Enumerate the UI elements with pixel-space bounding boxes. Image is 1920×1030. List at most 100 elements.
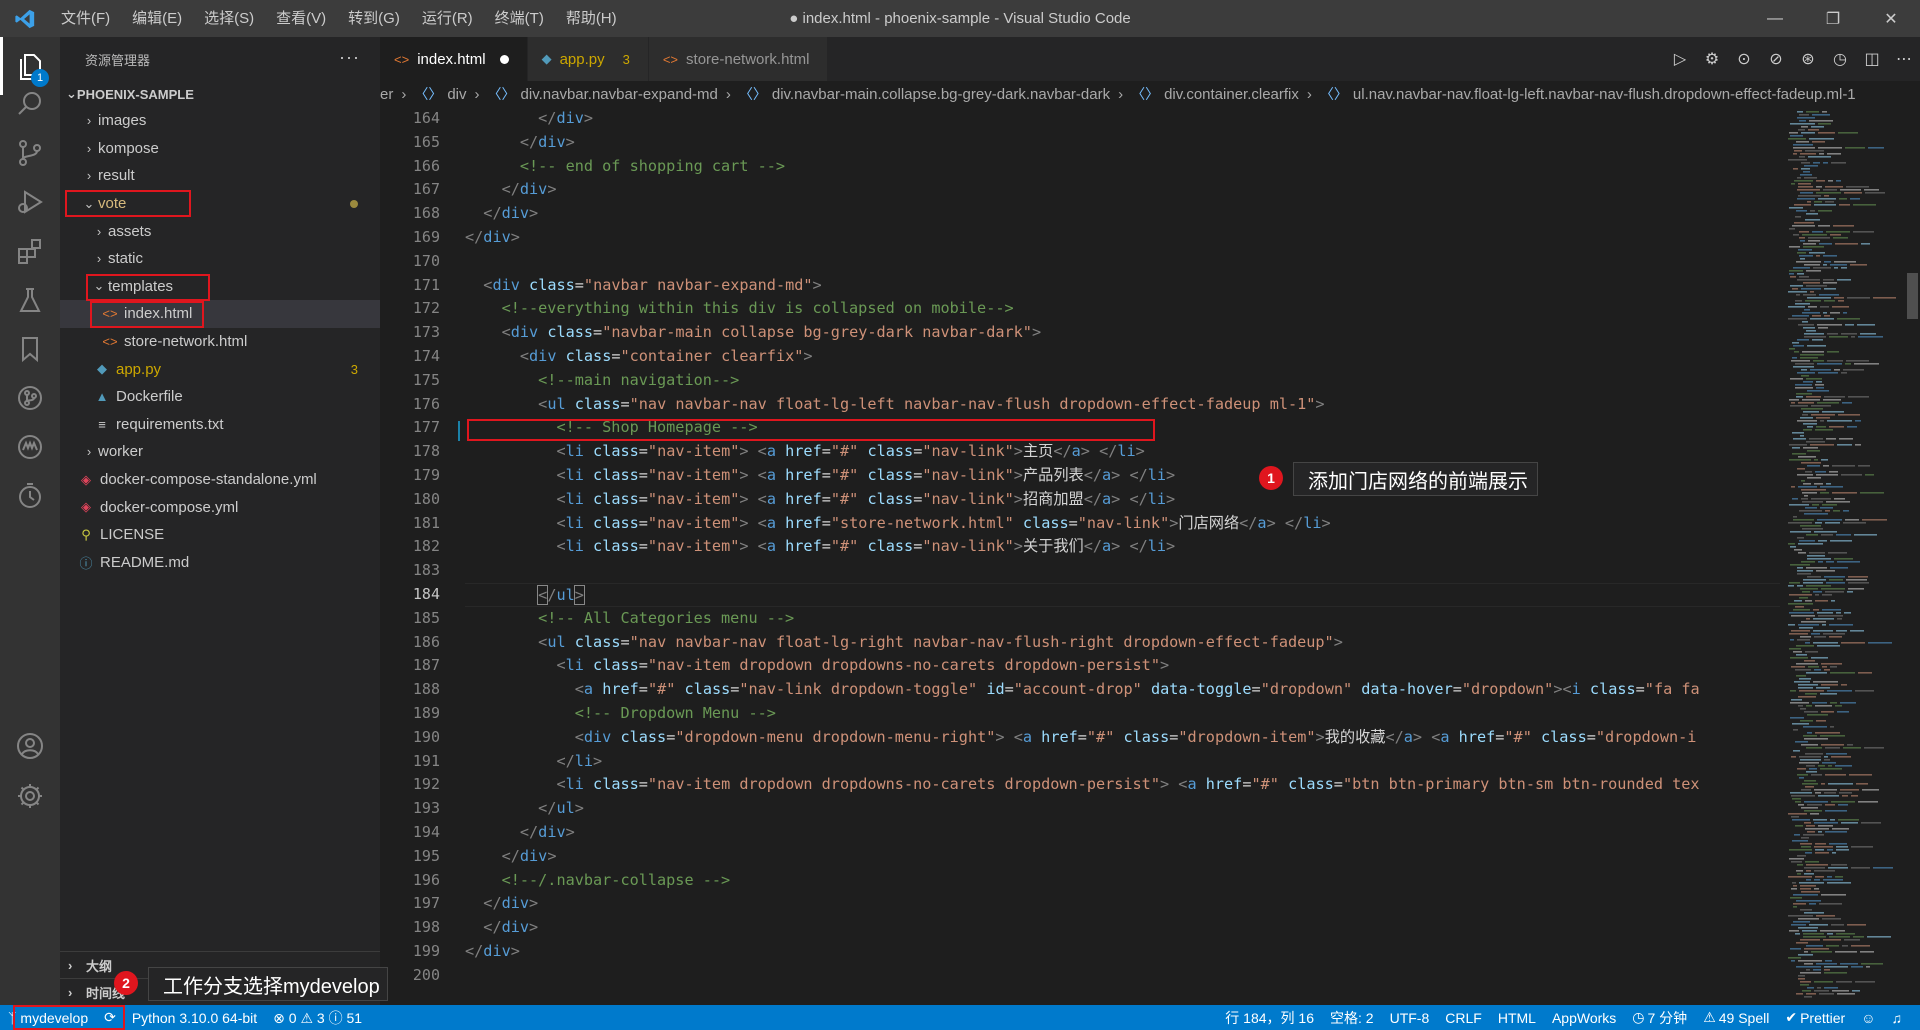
minimap-line (1795, 387, 1813, 389)
tree-item-store-network-html[interactable]: <> store-network.html (60, 328, 380, 356)
minimap-line (1816, 963, 1837, 965)
line-number: 174 (412, 346, 440, 365)
indentation[interactable]: 空格: 2 (1322, 1005, 1382, 1030)
code-area[interactable]: </div> </div> <!-- end of shopping cart … (465, 107, 1780, 987)
tree-item-result[interactable]: › result (60, 162, 380, 190)
breadcrumb-item[interactable]: 〈〉 div (406, 84, 466, 104)
menu-help[interactable]: 帮助(H) (555, 0, 628, 37)
tree-item-requirements-txt[interactable]: ≡ requirements.txt (60, 411, 380, 439)
minimap-line (1798, 918, 1819, 920)
minimap-line (1791, 888, 1797, 890)
timeline-action-icon[interactable]: ◷ (1824, 49, 1856, 69)
restore-button[interactable]: ❐ (1804, 0, 1862, 37)
tree-item-license[interactable]: ⚲ LICENSE (60, 521, 380, 549)
line-number: 197 (412, 894, 440, 913)
minimap-line (1864, 747, 1884, 749)
split-editor-icon[interactable]: ◫ (1856, 49, 1888, 69)
tree-item-static[interactable]: › static (60, 245, 380, 273)
code-line: <li class="nav-item"> <a href="#" class=… (556, 442, 1145, 461)
menu-terminal[interactable]: 终端(T) (484, 0, 555, 37)
minimap-line (1836, 981, 1852, 983)
more-actions-icon[interactable]: ··· (339, 47, 360, 68)
run-icon[interactable]: ▷ (1664, 49, 1696, 69)
line-number: 165 (412, 132, 440, 151)
feedback-icon[interactable]: ☺ (1853, 1005, 1883, 1030)
line-number: 199 (412, 941, 440, 960)
minimap-line (1797, 273, 1804, 275)
text-file-icon: ≡ (98, 416, 106, 432)
tree-item-docker-compose-standalone[interactable]: ◈ docker-compose-standalone.yml (60, 466, 380, 494)
menu-go[interactable]: 转到(G) (337, 0, 411, 37)
minimap-line (1823, 465, 1829, 467)
tab-index-html[interactable]: <> index.html (380, 37, 528, 81)
project-root[interactable]: ⌄ PHOENIX-SAMPLE (60, 81, 380, 107)
menu-edit[interactable]: 编辑(E) (121, 0, 193, 37)
minimap-line (1846, 186, 1869, 188)
language-mode[interactable]: HTML (1490, 1005, 1544, 1030)
end-of-line[interactable]: CRLF (1437, 1005, 1490, 1030)
menu-selection[interactable]: 选择(S) (193, 0, 265, 37)
tree-item-images[interactable]: › images (60, 107, 380, 135)
minimap-line (1792, 723, 1809, 725)
minimap-line (1806, 618, 1810, 620)
git-compare-icon[interactable]: ⊙ (1728, 49, 1760, 69)
scrollbar-thumb[interactable] (1907, 273, 1918, 319)
tree-item-kompose[interactable]: › kompose (60, 135, 380, 163)
minimap[interactable] (1780, 107, 1905, 1005)
previous-change-icon[interactable]: ⊘ (1760, 49, 1792, 69)
tree-item-readme[interactable]: ⓘ README.md (60, 549, 380, 577)
tree-item-worker[interactable]: › worker (60, 438, 380, 466)
spell-status[interactable]: ⚠ 49 Spell (1695, 1005, 1777, 1030)
breadcrumb-item[interactable]: 〈〉 div.navbar.navbar-expand-md (480, 84, 718, 104)
minimap-line (1825, 510, 1830, 512)
tab-app-py[interactable]: ◆ app.py 3 (527, 37, 649, 81)
problems-status[interactable]: ⊗ 0 ⚠ 3 ⓘ 51 (265, 1005, 370, 1030)
minimap-line (1804, 996, 1812, 998)
close-button[interactable]: ✕ (1862, 0, 1920, 37)
editor-actions: ▷ ⚙ ⊙ ⊘ ⊛ ◷ ◫ ⋯ (1664, 37, 1920, 81)
open-preview-icon[interactable]: ⚙ (1696, 49, 1728, 69)
html-file-icon: <> (394, 51, 410, 67)
breadcrumb-item[interactable]: er (380, 86, 393, 103)
breadcrumb-item[interactable]: 〈〉 div.navbar-main.collapse.bg-grey-dark.… (731, 84, 1110, 104)
code-line: </div> (483, 918, 539, 937)
encoding[interactable]: UTF-8 (1382, 1005, 1438, 1030)
wakatime-status[interactable]: ◷ 7 分钟 (1624, 1005, 1695, 1030)
cursor-position[interactable]: 行 184，列 16 (1217, 1005, 1322, 1030)
minimap-line (1805, 828, 1829, 830)
tree-item-dockerfile[interactable]: ▲ Dockerfile (60, 383, 380, 411)
minimap-line (1821, 684, 1838, 686)
menu-run[interactable]: 运行(R) (411, 0, 484, 37)
minimap-line (1800, 240, 1805, 242)
appworks-status[interactable]: AppWorks (1544, 1005, 1624, 1030)
tree-item-docker-compose[interactable]: ◈ docker-compose.yml (60, 493, 380, 521)
notifications-bell-icon[interactable]: ♫ (1884, 1005, 1911, 1030)
menu-view[interactable]: 查看(V) (265, 0, 337, 37)
code-line: </div> (501, 846, 557, 865)
menu-file[interactable]: 文件(F) (50, 0, 121, 37)
tree-item-assets[interactable]: › assets (60, 217, 380, 245)
next-change-icon[interactable]: ⊛ (1792, 49, 1824, 69)
code-editor[interactable]: 164 165 166 167 168 169 170 171 172 173 174 175 176 1… (380, 107, 1780, 1005)
settings-gear-icon[interactable] (0, 767, 60, 825)
minimap-line (1806, 870, 1811, 872)
tab-store-network-html[interactable]: <> store-network.html (648, 37, 829, 81)
more-actions-icon[interactable]: ⋯ (1888, 49, 1920, 69)
code-line: <!-- end of shopping cart --> (519, 156, 786, 175)
minimap-line (1853, 204, 1876, 206)
minimap-line (1847, 924, 1866, 926)
prettier-status[interactable]: ✔ Prettier (1777, 1005, 1853, 1030)
python-interpreter[interactable]: Python 3.10.0 64-bit (124, 1005, 265, 1030)
minimap-line (1798, 927, 1818, 929)
timeline-icon[interactable] (0, 467, 60, 525)
minimize-button[interactable]: — (1746, 0, 1804, 37)
minimap-line (1807, 345, 1826, 347)
breadcrumb-item[interactable]: 〈〉 div.container.clearfix (1123, 84, 1299, 104)
minimap-line (1800, 525, 1821, 527)
breadcrumb-item[interactable]: 〈〉 ul.nav.navbar-nav.float-lg-left.navbar… (1312, 84, 1856, 104)
tree-item-app-py[interactable]: ◆ app.py 3 (60, 355, 380, 383)
annotation-number-2: 2 (114, 971, 138, 995)
minimap-line (1824, 288, 1836, 290)
vertical-scrollbar[interactable] (1905, 107, 1920, 1005)
spell-label: 49 Spell (1718, 1009, 1770, 1026)
